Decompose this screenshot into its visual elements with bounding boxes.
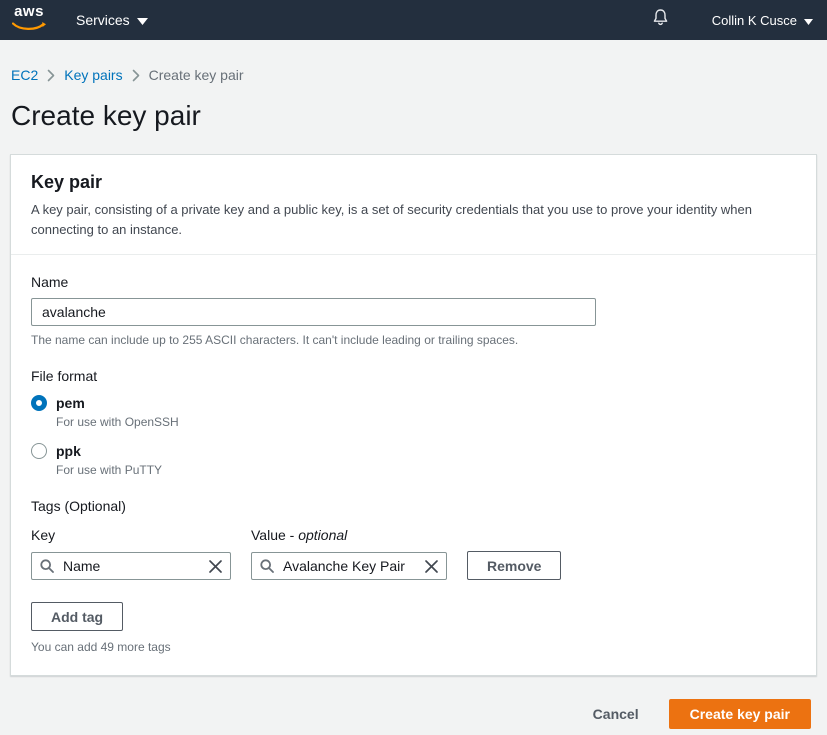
card-title: Key pair — [31, 172, 796, 193]
chevron-right-icon — [132, 69, 140, 82]
user-menu[interactable]: Collin K Cusce — [712, 13, 813, 28]
radio-pem-label: pem — [56, 395, 179, 411]
chevron-down-icon — [804, 13, 813, 28]
services-menu[interactable]: Services — [76, 12, 148, 28]
user-name-label: Collin K Cusce — [712, 13, 797, 28]
radio-ppk-description: For use with PuTTY — [56, 463, 162, 477]
chevron-down-icon — [137, 12, 148, 28]
breadcrumb-link-ec2[interactable]: EC2 — [11, 67, 38, 83]
name-field-label: Name — [31, 274, 796, 290]
card-description: A key pair, consisting of a private key … — [31, 200, 796, 239]
radio-pem-description: For use with OpenSSH — [56, 415, 179, 429]
breadcrumb: EC2 Key pairs Create key pair — [11, 67, 827, 83]
radio-option-ppk[interactable]: ppk For use with PuTTY — [31, 443, 796, 477]
key-pair-card: Key pair A key pair, consisting of a pri… — [10, 154, 817, 676]
radio-selected-icon[interactable] — [31, 395, 47, 411]
file-format-label: File format — [31, 368, 796, 384]
breadcrumb-current: Create key pair — [149, 67, 244, 83]
tag-value-column-label: Value - optional — [251, 527, 447, 543]
clear-value-button[interactable] — [422, 557, 441, 579]
breadcrumb-link-key-pairs[interactable]: Key pairs — [64, 67, 122, 83]
clear-key-button[interactable] — [206, 557, 225, 579]
tags-section-label: Tags (Optional) — [31, 498, 796, 514]
card-body: Name The name can include up to 255 ASCI… — [11, 255, 816, 675]
notifications-bell-button[interactable] — [651, 8, 670, 32]
footer-actions: Cancel Create key pair — [0, 699, 811, 729]
name-field-hint: The name can include up to 255 ASCII cha… — [31, 333, 796, 347]
file-format-section: File format pem For use with OpenSSH ppk… — [31, 368, 796, 477]
tags-remaining-hint: You can add 49 more tags — [31, 640, 796, 654]
close-icon — [424, 559, 439, 577]
tags-section: Tags (Optional) Key Value - optional — [31, 498, 796, 654]
tags-grid: Key Value - optional — [31, 527, 796, 580]
tag-value-field — [251, 552, 447, 580]
page-title: Create key pair — [11, 100, 827, 132]
cancel-button[interactable]: Cancel — [593, 706, 639, 722]
chevron-right-icon — [47, 69, 55, 82]
add-tag-button[interactable]: Add tag — [31, 602, 123, 631]
top-navbar: aws Services Collin K Cusce — [0, 0, 827, 40]
tag-key-column-label: Key — [31, 527, 231, 543]
search-icon — [260, 559, 274, 578]
optional-label: optional — [298, 527, 347, 543]
search-icon — [40, 559, 54, 578]
aws-logo-text: aws — [14, 5, 44, 18]
name-field-section: Name The name can include up to 255 ASCI… — [31, 274, 796, 347]
tag-value-input[interactable] — [251, 552, 447, 580]
tag-key-field — [31, 552, 231, 580]
radio-unselected-icon[interactable] — [31, 443, 47, 459]
bell-icon — [651, 8, 670, 32]
services-label: Services — [76, 12, 130, 28]
aws-smile-icon — [12, 18, 46, 36]
radio-option-text: pem For use with OpenSSH — [56, 395, 179, 429]
aws-logo[interactable]: aws — [12, 5, 46, 36]
radio-option-text: ppk For use with PuTTY — [56, 443, 162, 477]
card-header: Key pair A key pair, consisting of a pri… — [11, 155, 816, 255]
radio-ppk-label: ppk — [56, 443, 162, 459]
create-key-pair-button[interactable]: Create key pair — [669, 699, 811, 729]
close-icon — [208, 559, 223, 577]
radio-option-pem[interactable]: pem For use with OpenSSH — [31, 395, 796, 429]
name-input[interactable] — [31, 298, 596, 326]
remove-tag-button[interactable]: Remove — [467, 551, 561, 580]
tag-key-input[interactable] — [31, 552, 231, 580]
